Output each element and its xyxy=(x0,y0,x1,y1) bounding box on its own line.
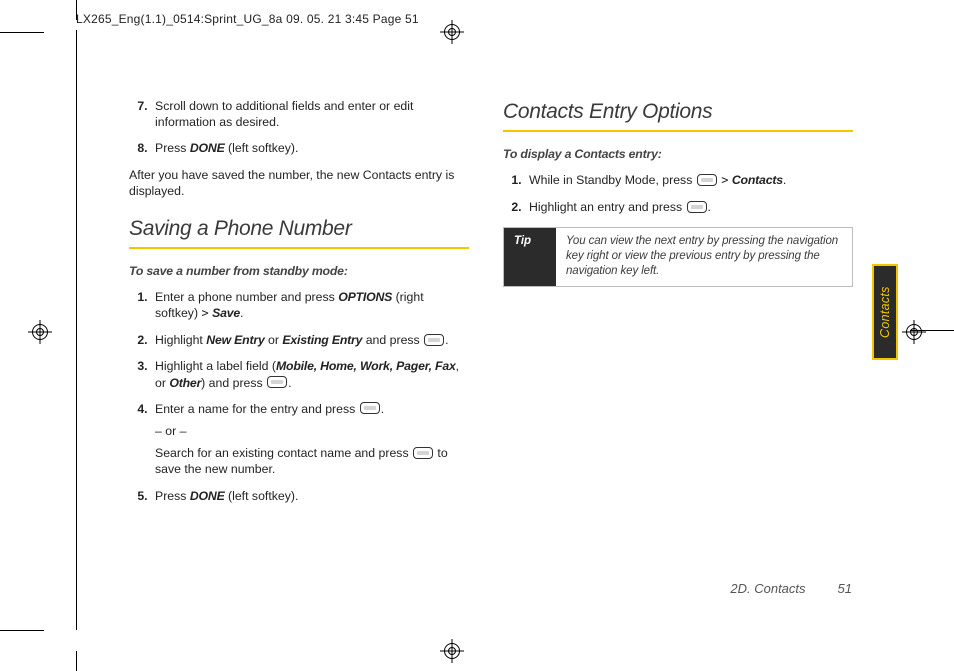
step-item: Press DONE (left softkey). xyxy=(151,140,469,156)
menu-ok-key-icon xyxy=(424,334,444,346)
heading-rule xyxy=(129,247,469,249)
tip-label: Tip xyxy=(504,228,556,286)
crop-mark xyxy=(0,32,44,33)
menu-ok-key-icon xyxy=(413,447,433,459)
after-save-note: After you have saved the number, the new… xyxy=(129,167,469,199)
heading-contacts-entry-options: Contacts Entry Options xyxy=(503,98,853,126)
footer-section: 2D. Contacts xyxy=(730,581,805,596)
registration-mark-icon xyxy=(440,639,464,663)
menu-ok-key-icon xyxy=(687,201,707,213)
save-number-steps: Enter a phone number and press OPTIONS (… xyxy=(129,289,469,504)
registration-mark-icon xyxy=(28,320,52,344)
menu-ok-key-icon xyxy=(267,376,287,388)
step-item: Press DONE (left softkey). xyxy=(151,488,469,504)
running-head: LX265_Eng(1.1)_0514:Sprint_UG_8a 09. 05.… xyxy=(76,12,419,26)
menu-ok-key-icon xyxy=(360,402,380,414)
breadcrumb-sep-icon: > xyxy=(721,173,728,187)
thumb-tab-contacts: Contacts xyxy=(872,264,898,360)
step-subline: Search for an existing contact name and … xyxy=(155,445,469,477)
continuation-steps: Scroll down to additional fields and ent… xyxy=(129,98,469,157)
page-footer: 2D. Contacts 51 xyxy=(77,581,876,596)
step-item: Highlight an entry and press . xyxy=(525,199,853,215)
display-contact-steps: While in Standby Mode, press > Contacts.… xyxy=(503,172,853,215)
step-item: While in Standby Mode, press > Contacts. xyxy=(525,172,853,189)
ui-key-label: New Entry xyxy=(206,333,264,347)
ui-key-label: Other xyxy=(169,376,201,390)
registration-mark-icon xyxy=(902,320,926,344)
ui-key-label: OPTIONS xyxy=(338,290,392,304)
step-item: Enter a phone number and press OPTIONS (… xyxy=(151,289,469,322)
breadcrumb-sep-icon: > xyxy=(201,306,208,320)
ui-key-label: Save xyxy=(212,306,240,320)
intro-display-contact: To display a Contacts entry: xyxy=(503,146,853,162)
step-item: Highlight New Entry or Existing Entry an… xyxy=(151,332,469,348)
footer-page-number: 51 xyxy=(838,581,852,596)
step-item: Highlight a label field (Mobile, Home, W… xyxy=(151,358,469,390)
ui-key-label: Mobile, Home, Work, Pager, Fax xyxy=(276,359,456,373)
ui-key-label: DONE xyxy=(190,141,225,155)
tip-box: Tip You can view the next entry by press… xyxy=(503,227,853,287)
step-subline: – or – xyxy=(155,423,469,439)
ui-key-label: Contacts xyxy=(732,173,783,187)
heading-rule xyxy=(503,130,853,132)
tip-text: You can view the next entry by pressing … xyxy=(556,228,852,286)
crop-mark xyxy=(0,630,44,631)
right-column: Contacts Entry Options To display a Cont… xyxy=(503,98,853,514)
ui-key-label: DONE xyxy=(190,489,225,503)
heading-saving-phone-number: Saving a Phone Number xyxy=(129,215,469,243)
step-item: Enter a name for the entry and press .– … xyxy=(151,401,469,478)
ui-key-label: Existing Entry xyxy=(282,333,362,347)
intro-save-number: To save a number from standby mode: xyxy=(129,263,469,279)
menu-ok-key-icon xyxy=(697,174,717,186)
page-frame: Scroll down to additional fields and ent… xyxy=(76,30,876,630)
crop-mark xyxy=(76,651,77,671)
left-column: Scroll down to additional fields and ent… xyxy=(129,98,469,514)
step-item: Scroll down to additional fields and ent… xyxy=(151,98,469,130)
